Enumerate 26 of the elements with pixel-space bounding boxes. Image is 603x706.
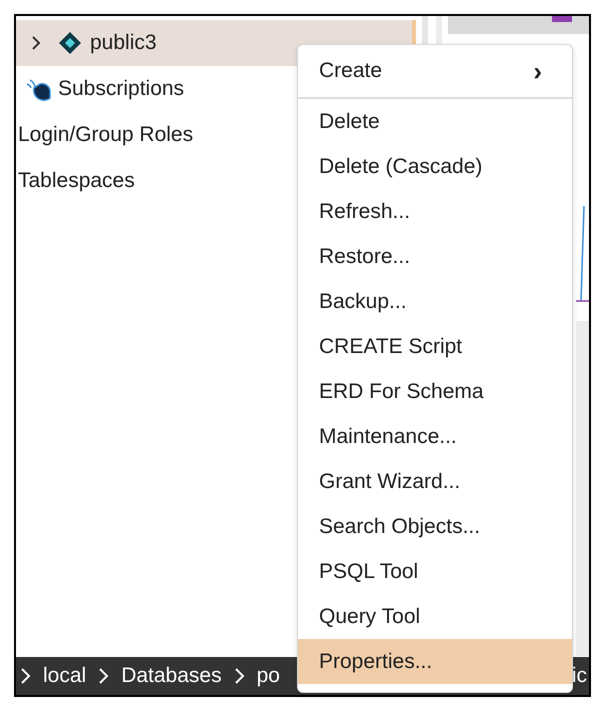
menu-item[interactable]: Restore... [298,234,572,279]
tree-item[interactable]: Subscriptions [58,73,184,105]
menu-item[interactable]: Create › [298,45,572,99]
chevron-right-icon [20,668,31,684]
menu-item[interactable]: Backup... [298,279,572,324]
breadcrumb-item[interactable]: Databases [121,660,222,692]
tree-item[interactable]: Login/Group Roles [18,119,194,151]
chevron-right-icon [98,668,110,684]
chevron-right-icon [234,668,245,684]
menu-item[interactable]: Properties... [298,639,572,684]
diamond-icon [58,31,82,55]
menu-item[interactable]: Delete [298,99,572,144]
breadcrumb-item[interactable]: ic [572,660,587,692]
menu-item[interactable]: Query Tool [298,594,572,639]
menu-item[interactable]: Refresh... [298,189,572,234]
menu-item[interactable]: PSQL Tool [298,549,572,594]
menu-item[interactable]: Delete (Cascade) [298,144,572,189]
tree-item[interactable]: Tablespaces [18,165,135,197]
menu-item[interactable]: ERD For Schema [298,369,572,414]
menu-item[interactable]: Grant Wizard... [298,459,572,504]
breadcrumb-item[interactable]: local [43,660,86,692]
menu-item[interactable]: Search Objects... [298,504,572,549]
menu-item[interactable]: CREATE Script [298,324,572,369]
menu-item[interactable]: Maintenance... [298,414,572,459]
breadcrumb-item[interactable]: po [256,660,280,692]
submenu-arrow: › [533,54,542,88]
